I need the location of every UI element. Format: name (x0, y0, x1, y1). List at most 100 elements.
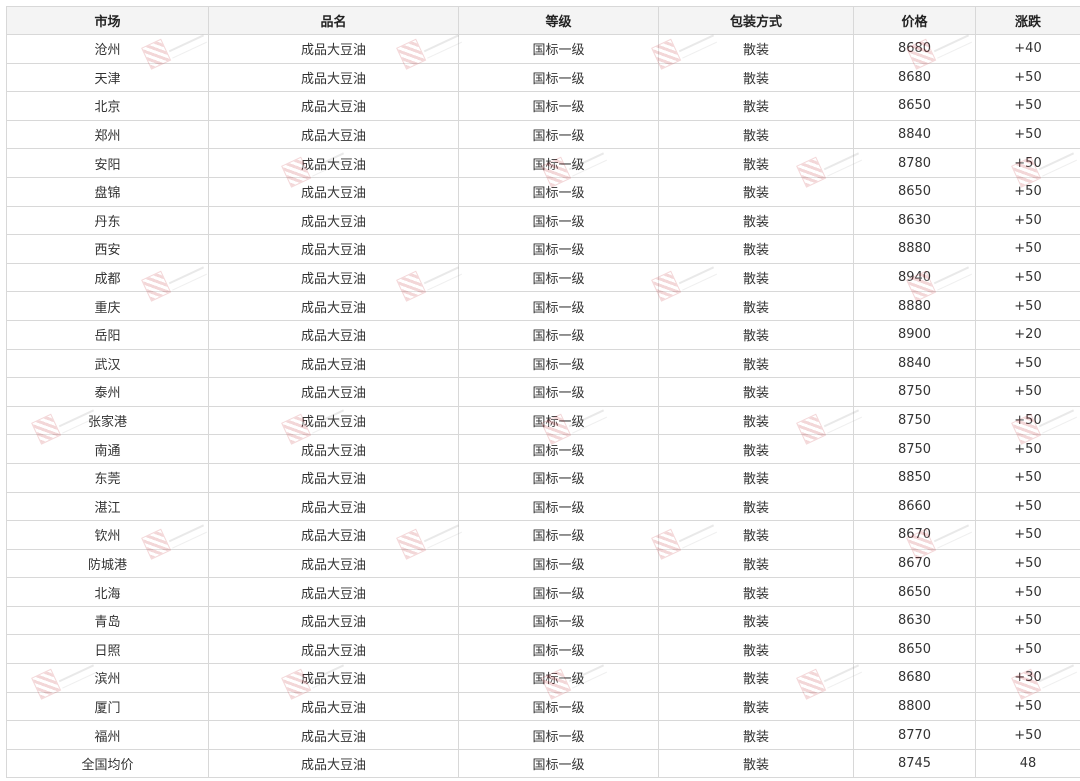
table-row: 西安 成品大豆油 国标一级 散装 8880 +50 (6, 234, 1080, 264)
cell-grade: 国标一级 (458, 34, 659, 64)
cell-grade: 国标一级 (458, 434, 659, 464)
cell-packaging: 散装 (658, 634, 854, 665)
cell-product: 成品大豆油 (208, 234, 459, 264)
cell-packaging: 散装 (658, 234, 854, 264)
cell-market: 东莞 (6, 462, 209, 493)
cell-packaging: 散装 (658, 34, 854, 64)
cell-product: 成品大豆油 (208, 691, 459, 722)
cell-packaging: 散装 (658, 62, 854, 93)
cell-packaging: 散装 (658, 748, 854, 779)
cell-grade: 国标一级 (458, 634, 659, 665)
table-body: 沧州 成品大豆油 国标一级 散装 8680 +40 天津 成品大豆油 国标一级 散装 8680 +50… (6, 34, 1080, 779)
header-product: 品名 (208, 6, 459, 35)
cell-price: 8650 (853, 176, 976, 207)
cell-packaging: 散装 (658, 205, 854, 236)
cell-packaging: 散装 (658, 462, 854, 493)
cell-packaging: 散装 (658, 176, 854, 207)
table-row: 日照 成品大豆油 国标一级 散装 8650 +50 (6, 634, 1080, 665)
soybean-oil-price-table: 市场 品名 等级 包装方式 价格 涨跌 沧州 成品大豆油 国标一级 散装 8680 +40… (6, 6, 1080, 779)
cell-grade: 国标一级 (458, 234, 659, 264)
cell-packaging: 散装 (658, 405, 854, 436)
cell-change: +50 (975, 462, 1080, 493)
cell-grade: 国标一级 (458, 176, 659, 207)
table-row: 泰州 成品大豆油 国标一级 散装 8750 +50 (6, 377, 1080, 407)
table-row: 岳阳 成品大豆油 国标一级 散装 8900 +20 (6, 319, 1080, 350)
cell-packaging: 散装 (658, 691, 854, 722)
cell-packaging: 散装 (658, 377, 854, 407)
cell-grade: 国标一级 (458, 262, 659, 293)
cell-price: 8900 (853, 319, 976, 350)
cell-product: 成品大豆油 (208, 148, 459, 178)
cell-price: 8630 (853, 605, 976, 636)
cell-price: 8650 (853, 577, 976, 607)
cell-market: 重庆 (6, 291, 209, 321)
cell-market: 北海 (6, 577, 209, 607)
cell-price: 8680 (853, 34, 976, 64)
cell-packaging: 散装 (658, 491, 854, 522)
cell-product: 成品大豆油 (208, 377, 459, 407)
cell-product: 成品大豆油 (208, 91, 459, 121)
cell-price: 8650 (853, 634, 976, 665)
cell-product: 成品大豆油 (208, 462, 459, 493)
cell-change: +50 (975, 148, 1080, 178)
cell-market: 全国均价 (6, 748, 209, 779)
cell-packaging: 散装 (658, 577, 854, 607)
price-table-container: 市场 品名 等级 包装方式 价格 涨跌 沧州 成品大豆油 国标一级 散装 8680 +40… (6, 6, 1080, 779)
cell-packaging: 散装 (658, 434, 854, 464)
cell-product: 成品大豆油 (208, 634, 459, 665)
cell-product: 成品大豆油 (208, 605, 459, 636)
cell-market: 防城港 (6, 548, 209, 579)
cell-packaging: 散装 (658, 348, 854, 379)
cell-packaging: 散装 (658, 319, 854, 350)
table-row: 东莞 成品大豆油 国标一级 散装 8850 +50 (6, 462, 1080, 493)
cell-market: 西安 (6, 234, 209, 264)
cell-change: +50 (975, 234, 1080, 264)
cell-packaging: 散装 (658, 605, 854, 636)
table-row: 郑州 成品大豆油 国标一级 散装 8840 +50 (6, 119, 1080, 150)
header-market: 市场 (6, 6, 209, 35)
cell-product: 成品大豆油 (208, 262, 459, 293)
cell-change: +50 (975, 577, 1080, 607)
cell-grade: 国标一级 (458, 462, 659, 493)
cell-price: 8680 (853, 62, 976, 93)
cell-product: 成品大豆油 (208, 34, 459, 64)
cell-product: 成品大豆油 (208, 62, 459, 93)
cell-change: +50 (975, 434, 1080, 464)
table-row: 丹东 成品大豆油 国标一级 散装 8630 +50 (6, 205, 1080, 236)
table-row: 青岛 成品大豆油 国标一级 散装 8630 +50 (6, 605, 1080, 636)
cell-change: +50 (975, 377, 1080, 407)
cell-market: 南通 (6, 434, 209, 464)
cell-product: 成品大豆油 (208, 720, 459, 750)
table-row: 福州 成品大豆油 国标一级 散装 8770 +50 (6, 720, 1080, 750)
cell-change: +20 (975, 319, 1080, 350)
cell-price: 8840 (853, 119, 976, 150)
cell-product: 成品大豆油 (208, 491, 459, 522)
cell-price: 8840 (853, 348, 976, 379)
cell-grade: 国标一级 (458, 205, 659, 236)
cell-price: 8630 (853, 205, 976, 236)
cell-product: 成品大豆油 (208, 405, 459, 436)
cell-price: 8800 (853, 691, 976, 722)
cell-grade: 国标一级 (458, 520, 659, 550)
cell-price: 8680 (853, 663, 976, 693)
table-row: 重庆 成品大豆油 国标一级 散装 8880 +50 (6, 291, 1080, 321)
cell-price: 8850 (853, 462, 976, 493)
table-row: 张家港 成品大豆油 国标一级 散装 8750 +50 (6, 405, 1080, 436)
cell-price: 8750 (853, 405, 976, 436)
cell-product: 成品大豆油 (208, 205, 459, 236)
cell-grade: 国标一级 (458, 348, 659, 379)
cell-grade: 国标一级 (458, 577, 659, 607)
cell-change: +50 (975, 348, 1080, 379)
cell-grade: 国标一级 (458, 377, 659, 407)
header-grade: 等级 (458, 6, 659, 35)
cell-grade: 国标一级 (458, 62, 659, 93)
cell-packaging: 散装 (658, 119, 854, 150)
cell-change: +50 (975, 691, 1080, 722)
cell-packaging: 散装 (658, 91, 854, 121)
cell-change: +50 (975, 491, 1080, 522)
cell-grade: 国标一级 (458, 91, 659, 121)
cell-packaging: 散装 (658, 148, 854, 178)
cell-change: +50 (975, 520, 1080, 550)
cell-product: 成品大豆油 (208, 291, 459, 321)
cell-change: +50 (975, 720, 1080, 750)
